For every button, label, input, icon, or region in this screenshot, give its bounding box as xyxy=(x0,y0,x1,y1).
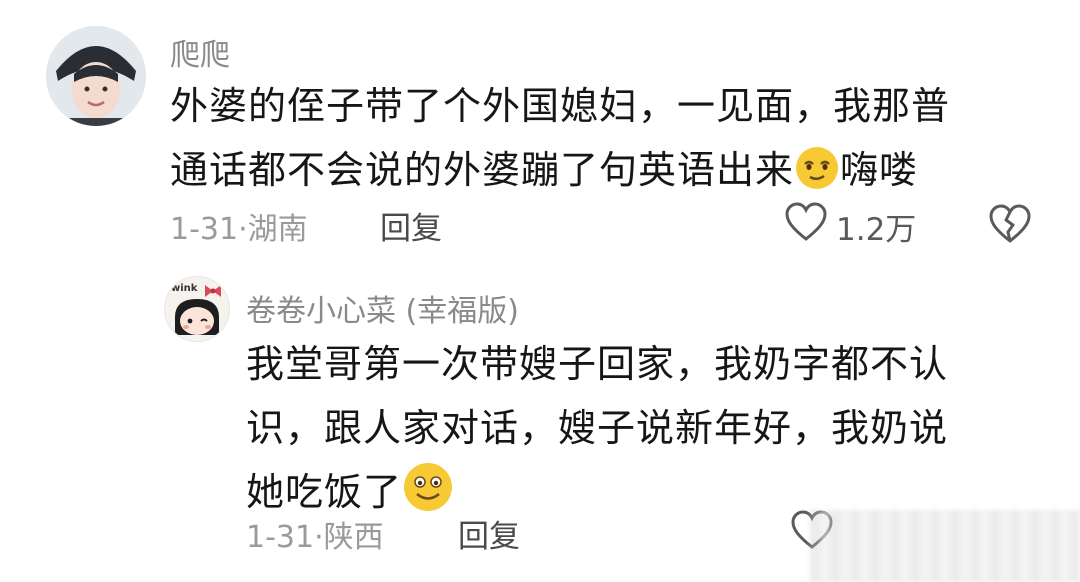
comment-text: 外婆的侄子带了个外国媳妇，一见面，我那普 通话都不会说的外婆蹦了句英语出来 嗨喽 xyxy=(170,74,950,210)
dislike-button[interactable] xyxy=(988,204,1032,248)
comment-date-location: 1-31·湖南 xyxy=(170,212,308,247)
like-count: 1.2万 xyxy=(836,211,917,248)
reply-line-text: 她吃饭了 xyxy=(246,470,403,514)
reply-button[interactable]: 回复 xyxy=(380,203,442,248)
heart-icon xyxy=(784,202,828,250)
avatar-photo-icon xyxy=(46,26,146,126)
reply-text: 我堂哥第一次带嫂子回家，我奶字都不认 识，跟人家对话，嫂子说新年好，我奶说 她吃… xyxy=(246,332,948,532)
avatar-cartoon-icon: wink xyxy=(165,277,229,341)
smiling-face-emoji-icon xyxy=(402,461,454,532)
reply-date-location: 1-31·陕西 xyxy=(246,520,384,555)
comment-line-text: 通话都不会说的外婆蹦了句英语出来 xyxy=(170,148,795,192)
comment-line: 通话都不会说的外婆蹦了句英语出来 嗨喽 xyxy=(170,138,950,210)
comment-line: 外婆的侄子带了个外国媳妇，一见面，我那普 xyxy=(170,84,951,128)
reply-line: 我堂哥第一次带嫂子回家，我奶字都不认 xyxy=(246,342,949,386)
like-button[interactable]: 1.2万 xyxy=(784,202,916,250)
avatar-text: wink xyxy=(171,283,198,294)
reply-reply-button[interactable]: 回复 xyxy=(458,511,520,556)
reply-line: 识，跟人家对话，嫂子说新年好，我奶说 xyxy=(246,406,949,450)
broken-heart-icon xyxy=(989,204,1031,243)
reply-user-avatar[interactable]: wink xyxy=(164,276,230,342)
user-avatar[interactable] xyxy=(46,26,146,126)
username[interactable]: 爬爬 xyxy=(170,30,230,74)
smirk-face-emoji-icon xyxy=(794,145,840,210)
watermark-blur xyxy=(810,510,1080,582)
comment-line-text: 嗨喽 xyxy=(840,148,919,192)
reply-username[interactable]: 卷卷小心菜 (幸福版) xyxy=(246,286,519,330)
